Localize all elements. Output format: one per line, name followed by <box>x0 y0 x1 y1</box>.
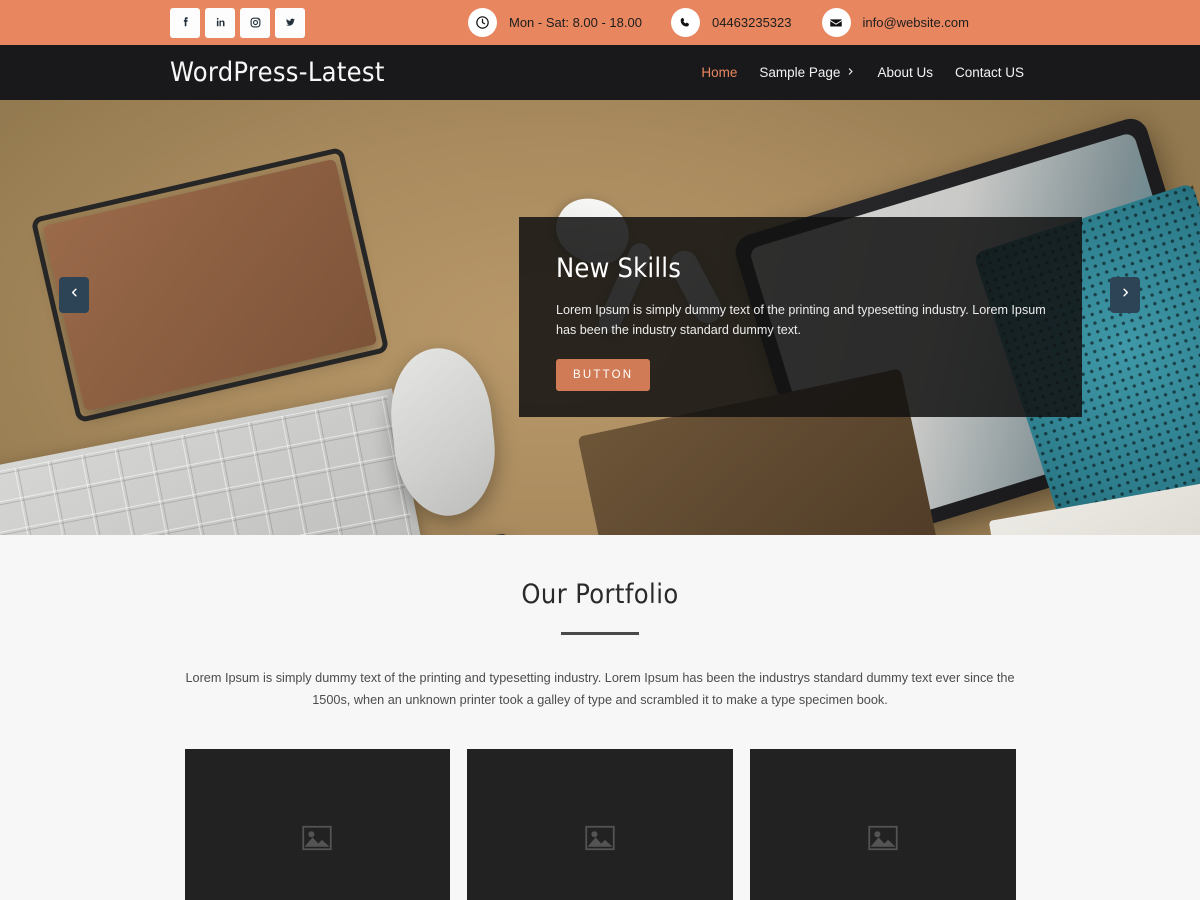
main-navigation: Home Sample Page About Us Contact US <box>701 65 1024 80</box>
facebook-icon[interactable] <box>170 7 200 38</box>
chevron-right-icon <box>846 66 855 80</box>
hero-caption: New Skills Lorem Ipsum is simply dummy t… <box>519 217 1082 417</box>
image-placeholder-icon <box>585 825 615 856</box>
nav-item-home[interactable]: Home <box>701 65 737 80</box>
slider-next-button[interactable] <box>1110 277 1140 313</box>
phone-icon <box>670 8 700 37</box>
phone-number-text: 04463235323 <box>711 15 792 30</box>
business-hours-text: Mon - Sat: 8.00 - 18.00 <box>509 15 642 30</box>
nav-item-home-label: Home <box>701 65 738 80</box>
chevron-left-icon <box>69 286 80 304</box>
email-address-text: info@website.com <box>862 15 969 30</box>
social-links <box>170 7 305 38</box>
portfolio-card[interactable] <box>467 749 733 900</box>
nav-item-contact-us[interactable]: Contact US <box>955 65 1024 80</box>
business-hours: Mon - Sat: 8.00 - 18.00 <box>468 8 642 37</box>
nav-item-sample-page[interactable]: Sample Page <box>759 65 855 80</box>
portfolio-card[interactable] <box>749 749 1016 900</box>
portfolio-card[interactable] <box>184 749 451 900</box>
image-placeholder-icon <box>302 825 332 856</box>
site-title[interactable]: WordPress-Latest <box>170 57 385 88</box>
nav-item-about-us[interactable]: About Us <box>877 65 933 80</box>
nav-item-sample-page-label: Sample Page <box>759 65 841 80</box>
portfolio-description: Lorem Ipsum is simply dummy text of the … <box>185 671 1015 708</box>
hero-description: Lorem Ipsum is simply dummy text of the … <box>556 303 1046 338</box>
twitter-icon[interactable] <box>275 7 305 38</box>
portfolio-section: Our Portfolio Lorem Ipsum is simply dumm… <box>0 535 1200 900</box>
envelope-icon <box>821 8 851 37</box>
portfolio-card-grid <box>184 749 1016 900</box>
clock-icon <box>468 8 497 37</box>
site-header: WordPress-Latest Home Sample Page About … <box>0 45 1200 100</box>
linkedin-icon[interactable] <box>205 7 235 38</box>
top-bar: Mon - Sat: 8.00 - 18.00 04463235323 info… <box>0 0 1200 45</box>
contact-info: Mon - Sat: 8.00 - 18.00 04463235323 info… <box>468 8 969 37</box>
hero-title: New Skills <box>556 253 682 284</box>
phone-number[interactable]: 04463235323 <box>670 8 792 37</box>
section-divider <box>561 632 639 635</box>
hero-cta-button[interactable]: BUTTON <box>556 358 651 391</box>
portfolio-title: Our Portfolio <box>521 579 679 610</box>
chevron-right-icon <box>1120 286 1131 304</box>
image-placeholder-icon <box>868 825 898 856</box>
email-address[interactable]: info@website.com <box>821 8 969 37</box>
nav-item-contact-us-label: Contact US <box>954 65 1024 80</box>
nav-item-about-us-label: About Us <box>877 65 933 80</box>
instagram-icon[interactable] <box>240 7 270 38</box>
slider-prev-button[interactable] <box>59 277 89 313</box>
hero-slider: New Skills Lorem Ipsum is simply dummy t… <box>0 100 1200 535</box>
